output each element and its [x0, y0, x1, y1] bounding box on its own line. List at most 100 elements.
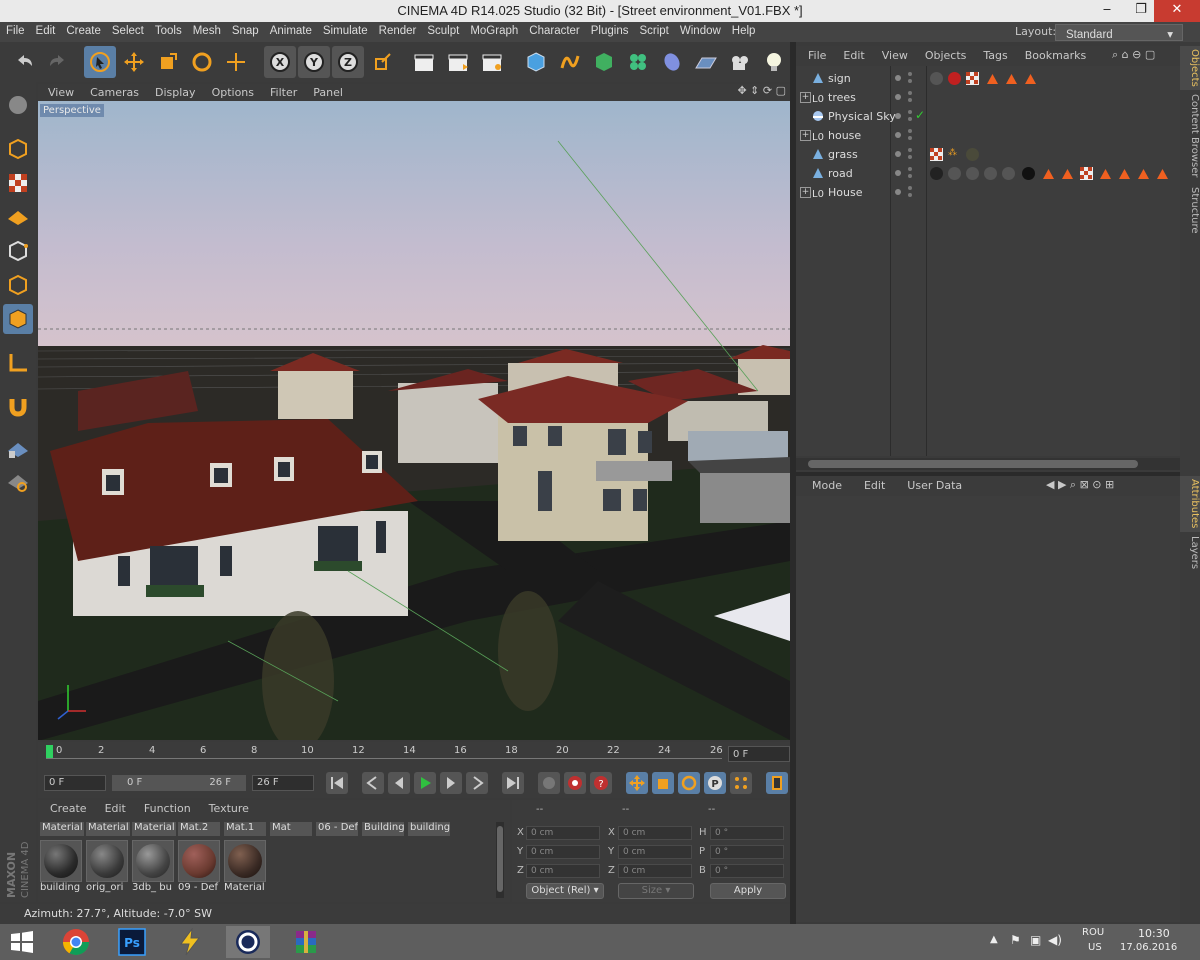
object-menu-tags[interactable]: Tags — [971, 46, 1012, 62]
render-visibility-dot[interactable] — [908, 193, 912, 197]
material-menu-function[interactable]: Function — [132, 800, 197, 815]
locked-workplane-button[interactable] — [3, 434, 33, 464]
next-key-button[interactable] — [466, 772, 488, 794]
hot-tag-icon[interactable] — [948, 72, 961, 85]
material-tag-icon[interactable] — [930, 72, 943, 85]
viewport-menu-panel[interactable]: Panel — [303, 84, 349, 99]
material-tag-icon[interactable] — [930, 167, 943, 180]
menu-edit[interactable]: Edit — [30, 22, 61, 37]
visibility-dot[interactable] — [895, 189, 901, 195]
material-scrollbar[interactable] — [496, 822, 504, 898]
menu-file[interactable]: File — [0, 22, 30, 37]
play-button[interactable] — [414, 772, 436, 794]
material-tab[interactable]: Material — [86, 822, 130, 836]
material-thumbnail[interactable] — [40, 840, 82, 882]
clock-time[interactable]: 10:30 — [1138, 927, 1170, 940]
cloner-button[interactable] — [622, 46, 654, 78]
max-frame-field[interactable]: 26 F — [252, 775, 314, 791]
phong-tag-icon[interactable] — [1042, 167, 1055, 180]
render-visibility-dot[interactable] — [908, 155, 912, 159]
material-thumbnail[interactable] — [178, 840, 220, 882]
coordinate-system-button[interactable] — [366, 46, 398, 78]
spline-button[interactable] — [554, 46, 586, 78]
rotation-p-field[interactable]: 0 ° — [710, 845, 784, 859]
viewport-nav-icons[interactable]: ✥ ⇕ ⟳ ▢ — [737, 84, 786, 97]
position-z-field[interactable]: 0 cm — [526, 864, 600, 878]
start-button[interactable] — [0, 926, 44, 958]
material-tab[interactable]: Material — [132, 822, 176, 836]
phong-tag-icon[interactable] — [1156, 167, 1169, 180]
object-manager-scrollbar[interactable] — [796, 458, 1180, 470]
material-scroll-thumb[interactable] — [497, 826, 503, 892]
phong-tag-icon[interactable] — [1005, 72, 1018, 85]
size-y-field[interactable]: 0 cm — [618, 845, 692, 859]
scale-tool-button[interactable] — [152, 46, 184, 78]
go-to-end-button[interactable] — [502, 772, 524, 794]
rotation-b-field[interactable]: 0 ° — [710, 864, 784, 878]
material-tag-icon[interactable] — [966, 167, 979, 180]
floor-button[interactable] — [690, 46, 722, 78]
visibility-dot[interactable] — [895, 75, 901, 81]
object-row-sign[interactable]: sign — [796, 69, 1180, 88]
material-thumbnail[interactable] — [224, 840, 266, 882]
size-x-field[interactable]: 0 cm — [618, 826, 692, 840]
object-menu-bookmarks[interactable]: Bookmarks — [1013, 46, 1091, 62]
go-to-start-button[interactable] — [326, 772, 348, 794]
maximize-button[interactable]: ❐ — [1124, 0, 1158, 22]
rotate-tool-button[interactable] — [186, 46, 218, 78]
playhead-marker[interactable] — [46, 745, 53, 759]
menu-create[interactable]: Create — [60, 22, 106, 37]
object-menu-objects[interactable]: Objects — [913, 46, 972, 62]
texture-tag-icon[interactable] — [930, 148, 943, 161]
attributes-menu-user-data[interactable]: User Data — [891, 476, 968, 492]
menu-simulate[interactable]: Simulate — [317, 22, 373, 37]
keyframe-selection-button[interactable]: ? — [590, 772, 612, 794]
subdivision-button[interactable] — [588, 46, 620, 78]
cube-object-button[interactable] — [520, 46, 552, 78]
layout-dropdown[interactable]: Standard ▾ — [1055, 24, 1183, 41]
editor-visibility-dot[interactable] — [908, 72, 912, 76]
material-tab[interactable]: Mat.2 — [178, 822, 220, 836]
object-menu-view[interactable]: View — [870, 46, 913, 62]
previous-key-button[interactable] — [362, 772, 384, 794]
editor-visibility-dot[interactable] — [908, 167, 912, 171]
render-visibility-dot[interactable] — [908, 117, 912, 121]
menu-animate[interactable]: Animate — [264, 22, 317, 37]
render-picture-viewer-button[interactable] — [442, 46, 474, 78]
next-frame-button[interactable] — [440, 772, 462, 794]
material-tag-icon[interactable] — [984, 167, 997, 180]
material-tab[interactable]: 06 - Def — [316, 822, 358, 836]
menu-mograph[interactable]: MoGraph — [464, 22, 523, 37]
editor-visibility-dot[interactable] — [908, 91, 912, 95]
phong-tag-icon[interactable] — [1137, 167, 1150, 180]
move-tool-button[interactable] — [118, 46, 150, 78]
points-mode-button[interactable] — [3, 236, 33, 266]
make-editable-button[interactable] — [3, 90, 33, 120]
phong-tag-icon[interactable] — [1024, 72, 1037, 85]
visibility-dot[interactable] — [895, 132, 901, 138]
material-thumbnail[interactable] — [132, 840, 174, 882]
clock-date[interactable]: 17.06.2016 — [1120, 942, 1177, 953]
viewport-menu-options[interactable]: Options — [202, 84, 260, 99]
menu-script[interactable]: Script — [633, 22, 673, 37]
expand-toggle[interactable]: + — [800, 92, 811, 103]
taskbar-cinema4d[interactable] — [226, 926, 270, 958]
object-menu-edit[interactable]: Edit — [831, 46, 869, 62]
preview-range-slider[interactable]: 0 F 26 F — [112, 775, 246, 791]
editor-visibility-dot[interactable] — [908, 110, 912, 114]
visibility-dot[interactable] — [895, 113, 901, 119]
material-tab[interactable]: Mat.1 — [224, 822, 266, 836]
undo-button[interactable] — [8, 46, 40, 78]
phong-tag-icon[interactable] — [986, 72, 999, 85]
coordinate-mode-dropdown[interactable]: Object (Rel) ▾ — [526, 883, 604, 899]
taskbar-chrome[interactable] — [54, 926, 98, 958]
position-x-field[interactable]: 0 cm — [526, 826, 600, 840]
render-visibility-dot[interactable] — [908, 98, 912, 102]
hair-tag-icon[interactable]: ⁂ — [948, 148, 961, 161]
material-tab[interactable]: Material — [40, 822, 84, 836]
render-visibility-dot[interactable] — [908, 136, 912, 140]
material-tab[interactable]: Mat — [270, 822, 312, 836]
rotation-h-field[interactable]: 0 ° — [710, 826, 784, 840]
texture-tag-icon[interactable] — [1080, 167, 1093, 180]
key-parameter-button[interactable]: P — [704, 772, 726, 794]
